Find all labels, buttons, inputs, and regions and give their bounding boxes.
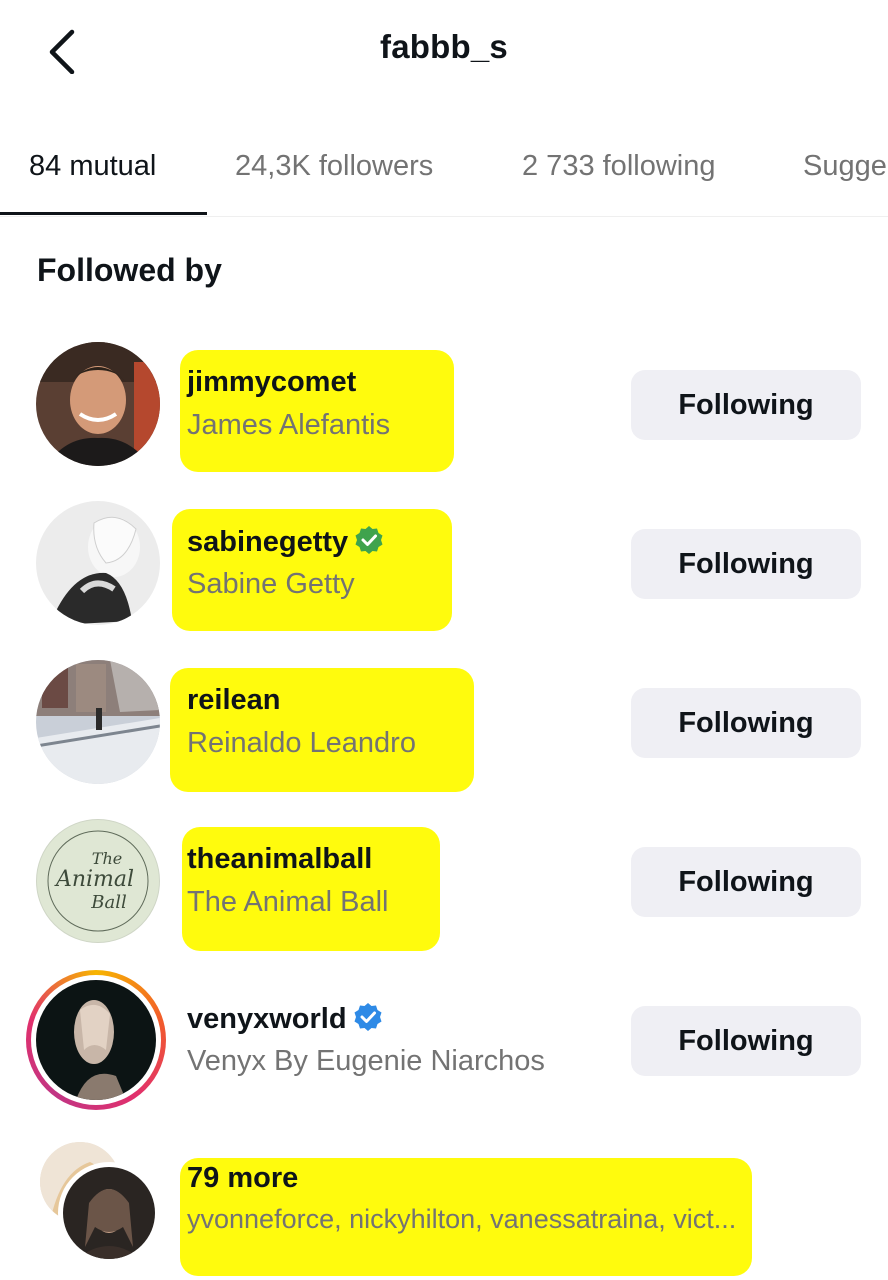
user-row[interactable]: reilean Reinaldo Leandro Following [0,660,888,800]
more-count[interactable]: 79 more [187,1162,298,1195]
avatar[interactable]: The Animal Ball [36,819,160,943]
user-row[interactable]: The Animal Ball theanimalball The Animal… [0,819,888,959]
tab-followers[interactable]: 24,3K followers [235,150,433,183]
avatar[interactable] [36,501,160,625]
tab-suggested[interactable]: Sugge [803,150,887,183]
logo-text-line2: Animal [54,867,134,892]
verified-badge-icon [355,526,383,554]
avatar [63,1167,155,1259]
tab-following[interactable]: 2 733 following [522,150,715,183]
full-name: James Alefantis [187,409,391,441]
username[interactable]: theanimalball [187,843,372,876]
user-row[interactable]: jimmycomet James Alefantis Following [0,342,888,482]
avatar-story-ring[interactable] [26,970,166,1110]
avatar[interactable] [36,342,160,466]
following-button[interactable]: Following [631,688,861,758]
user-row[interactable]: sabinegetty Sabine Getty Following [0,501,888,641]
full-name: The Animal Ball [187,886,389,918]
active-tab-indicator [0,212,207,215]
username-wrap[interactable]: venyxworld [187,1002,383,1036]
username[interactable]: venyxworld [187,1003,347,1035]
verified-badge-icon [354,1003,382,1031]
avatar[interactable] [36,660,160,784]
avatar [36,980,156,1100]
logo-text-line3: Ball [90,892,127,913]
full-name: Venyx By Eugenie Niarchos [187,1045,545,1077]
user-row[interactable]: venyxworld Venyx By Eugenie Niarchos Fol… [0,970,888,1118]
username[interactable]: sabinegetty [187,526,348,558]
header: fabbb_s [0,0,888,100]
logo-text-line1: The [92,849,122,868]
tab-bar: 84 mutual 24,3K followers 2 733 followin… [0,130,888,217]
full-name: Sabine Getty [187,568,355,600]
following-button[interactable]: Following [631,1006,861,1076]
following-button[interactable]: Following [631,847,861,917]
following-button[interactable]: Following [631,370,861,440]
username[interactable]: jimmycomet [187,366,356,399]
username-wrap[interactable]: sabinegetty [187,525,384,559]
more-followers-row[interactable]: 79 more yvonneforce, nickyhilton, vaness… [0,1140,888,1280]
section-title: Followed by [37,252,222,288]
tab-mutual[interactable]: 84 mutual [29,150,156,183]
page-title: fabbb_s [380,28,508,65]
more-usernames: yvonneforce, nickyhilton, vanessatraina,… [187,1204,737,1234]
animal-ball-logo: The Animal Ball [42,825,154,937]
avatar-border [58,1162,160,1264]
following-button[interactable]: Following [631,529,861,599]
full-name: Reinaldo Leandro [187,727,416,759]
username[interactable]: reilean [187,684,281,717]
